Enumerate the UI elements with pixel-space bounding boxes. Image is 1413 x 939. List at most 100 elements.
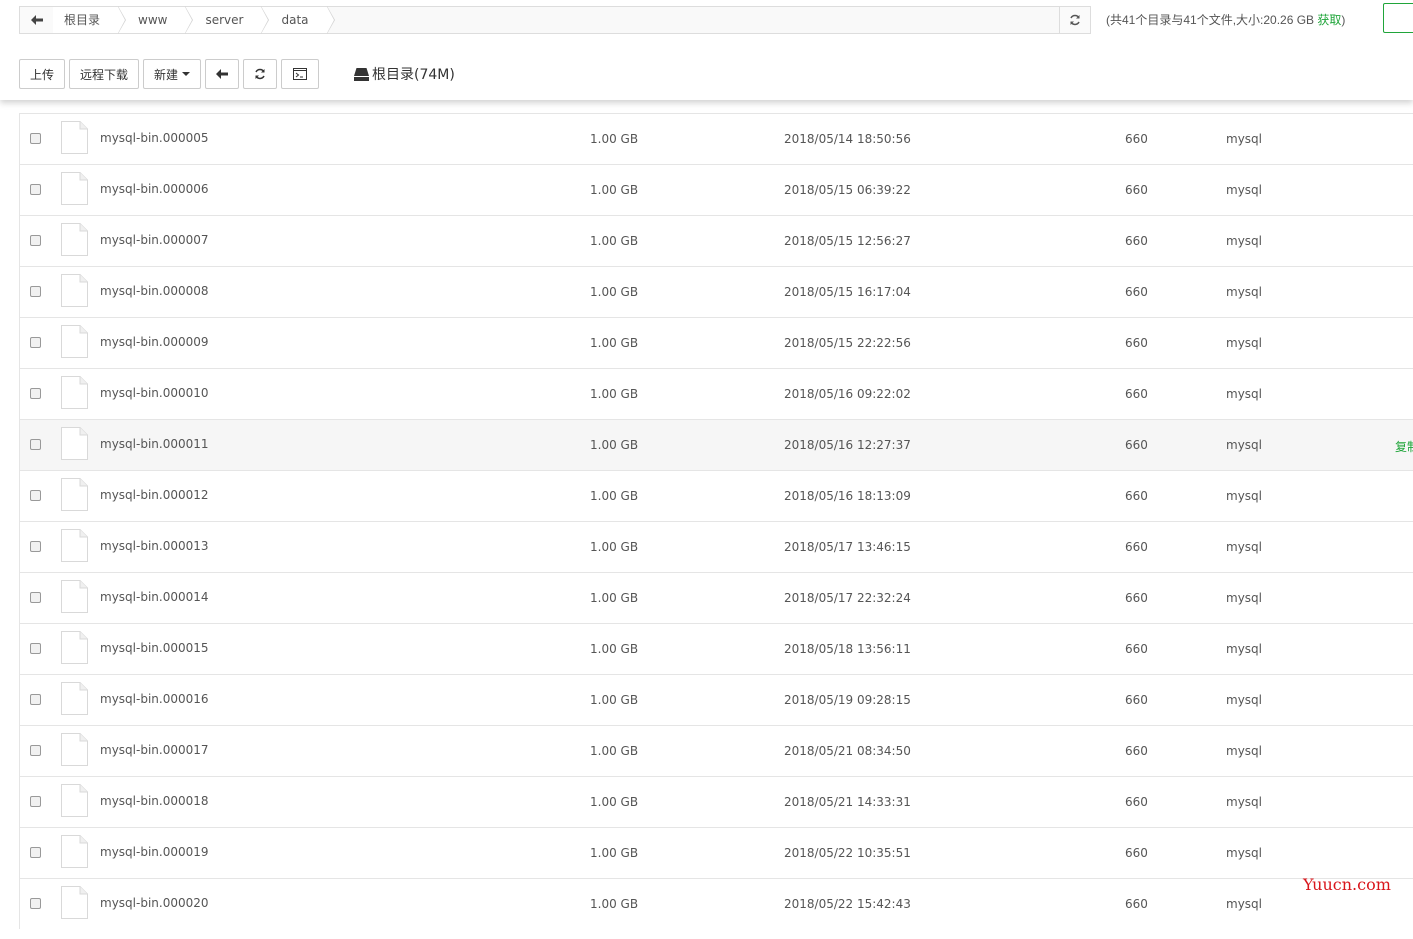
file-owner[interactable]: mysql — [1226, 132, 1262, 146]
file-owner[interactable]: mysql — [1226, 387, 1262, 401]
search-box[interactable] — [1383, 3, 1413, 33]
row-checkbox[interactable] — [30, 490, 41, 501]
file-permission[interactable]: 660 — [1125, 336, 1148, 350]
row-checkbox[interactable] — [30, 235, 41, 246]
table-row[interactable]: mysql-bin.000007 1.00 GB 2018/05/15 12:5… — [20, 215, 1413, 266]
row-checkbox[interactable] — [30, 439, 41, 450]
file-owner[interactable]: mysql — [1226, 183, 1262, 197]
refresh-button[interactable] — [243, 59, 278, 89]
table-row[interactable]: mysql-bin.000006 1.00 GB 2018/05/15 06:3… — [20, 164, 1413, 215]
table-row[interactable]: mysql-bin.000018 1.00 GB 2018/05/21 14:3… — [20, 776, 1413, 827]
row-checkbox[interactable] — [30, 388, 41, 399]
file-owner[interactable]: mysql — [1226, 693, 1262, 707]
remote-download-button[interactable]: 远程下载 — [69, 59, 140, 89]
back-button[interactable] — [205, 59, 240, 89]
upload-button[interactable]: 上传 — [19, 59, 66, 89]
file-permission[interactable]: 660 — [1125, 591, 1148, 605]
row-checkbox[interactable] — [30, 286, 41, 297]
file-name[interactable]: mysql-bin.000009 — [100, 335, 209, 349]
breadcrumb-item-data[interactable]: data — [261, 6, 335, 34]
file-owner[interactable]: mysql — [1226, 540, 1262, 554]
row-checkbox[interactable] — [30, 592, 41, 603]
file-permission[interactable]: 660 — [1125, 132, 1148, 146]
table-row[interactable]: mysql-bin.000017 1.00 GB 2018/05/21 08:3… — [20, 725, 1413, 776]
toolbar: 上传 远程下载 新建 — [19, 59, 323, 89]
file-name[interactable]: mysql-bin.000007 — [100, 233, 209, 247]
row-checkbox[interactable] — [30, 541, 41, 552]
breadcrumb-item-server[interactable]: server — [185, 6, 270, 34]
file-owner[interactable]: mysql — [1226, 591, 1262, 605]
file-icon — [61, 427, 88, 460]
file-permission[interactable]: 660 — [1125, 846, 1148, 860]
file-name[interactable]: mysql-bin.000018 — [100, 794, 209, 808]
table-row[interactable]: mysql-bin.000009 1.00 GB 2018/05/15 22:2… — [20, 317, 1413, 368]
table-row[interactable]: mysql-bin.000012 1.00 GB 2018/05/16 18:1… — [20, 470, 1413, 521]
terminal-button[interactable] — [281, 59, 320, 89]
row-checkbox[interactable] — [30, 796, 41, 807]
row-checkbox[interactable] — [30, 898, 41, 909]
table-row[interactable]: mysql-bin.000019 1.00 GB 2018/05/22 10:3… — [20, 827, 1413, 878]
file-name[interactable]: mysql-bin.000019 — [100, 845, 209, 859]
table-row[interactable]: mysql-bin.000005 1.00 GB 2018/05/14 18:5… — [20, 113, 1413, 164]
table-row[interactable]: mysql-bin.000016 1.00 GB 2018/05/19 09:2… — [20, 674, 1413, 725]
file-name[interactable]: mysql-bin.000020 — [100, 896, 209, 910]
file-name[interactable]: mysql-bin.000016 — [100, 692, 209, 706]
file-name[interactable]: mysql-bin.000013 — [100, 539, 209, 553]
row-checkbox[interactable] — [30, 133, 41, 144]
row-checkbox[interactable] — [30, 337, 41, 348]
fetch-size-link[interactable]: 获取 — [1317, 13, 1341, 27]
breadcrumb-item-root[interactable]: 根目录 — [53, 6, 127, 34]
file-owner[interactable]: mysql — [1226, 336, 1262, 350]
file-owner[interactable]: mysql — [1226, 846, 1262, 860]
file-permission[interactable]: 660 — [1125, 897, 1148, 911]
disk-root[interactable]: 根目录(74M) — [354, 64, 455, 84]
file-permission[interactable]: 660 — [1125, 540, 1148, 554]
file-name[interactable]: mysql-bin.000017 — [100, 743, 209, 757]
file-name[interactable]: mysql-bin.000015 — [100, 641, 209, 655]
row-checkbox[interactable] — [30, 643, 41, 654]
file-permission[interactable]: 660 — [1125, 285, 1148, 299]
file-owner[interactable]: mysql — [1226, 642, 1262, 656]
file-owner[interactable]: mysql — [1226, 234, 1262, 248]
file-permission[interactable]: 660 — [1125, 693, 1148, 707]
file-name[interactable]: mysql-bin.000014 — [100, 590, 209, 604]
row-checkbox[interactable] — [30, 184, 41, 195]
file-name[interactable]: mysql-bin.000011 — [100, 437, 209, 451]
file-permission[interactable]: 660 — [1125, 744, 1148, 758]
row-checkbox[interactable] — [30, 847, 41, 858]
file-permission[interactable]: 660 — [1125, 642, 1148, 656]
file-size: 1.00 GB — [590, 795, 639, 809]
file-size: 1.00 GB — [590, 336, 639, 350]
new-dropdown-button[interactable]: 新建 — [143, 59, 202, 89]
file-permission[interactable]: 660 — [1125, 234, 1148, 248]
path-back-button[interactable] — [20, 7, 54, 33]
file-owner[interactable]: mysql — [1226, 744, 1262, 758]
file-name[interactable]: mysql-bin.000012 — [100, 488, 209, 502]
table-row[interactable]: mysql-bin.000013 1.00 GB 2018/05/17 13:4… — [20, 521, 1413, 572]
file-name[interactable]: mysql-bin.000010 — [100, 386, 209, 400]
table-row[interactable]: mysql-bin.000015 1.00 GB 2018/05/18 13:5… — [20, 623, 1413, 674]
table-row[interactable]: mysql-bin.000010 1.00 GB 2018/05/16 09:2… — [20, 368, 1413, 419]
table-row[interactable]: mysql-bin.000008 1.00 GB 2018/05/15 16:1… — [20, 266, 1413, 317]
file-permission[interactable]: 660 — [1125, 489, 1148, 503]
path-refresh-button[interactable] — [1059, 7, 1090, 33]
file-permission[interactable]: 660 — [1125, 183, 1148, 197]
copy-action-link[interactable]: 复制 — [1395, 438, 1413, 455]
row-checkbox[interactable] — [30, 694, 41, 705]
breadcrumb-item-www[interactable]: www — [118, 6, 194, 34]
file-name[interactable]: mysql-bin.000006 — [100, 182, 209, 196]
file-owner[interactable]: mysql — [1226, 438, 1262, 452]
file-permission[interactable]: 660 — [1125, 438, 1148, 452]
table-row[interactable]: mysql-bin.000020 1.00 GB 2018/05/22 15:4… — [20, 878, 1413, 929]
file-permission[interactable]: 660 — [1125, 387, 1148, 401]
file-owner[interactable]: mysql — [1226, 285, 1262, 299]
file-name[interactable]: mysql-bin.000008 — [100, 284, 209, 298]
file-permission[interactable]: 660 — [1125, 795, 1148, 809]
table-row[interactable]: mysql-bin.000011 1.00 GB 2018/05/16 12:2… — [20, 419, 1413, 470]
row-checkbox[interactable] — [30, 745, 41, 756]
table-row[interactable]: mysql-bin.000014 1.00 GB 2018/05/17 22:3… — [20, 572, 1413, 623]
file-owner[interactable]: mysql — [1226, 795, 1262, 809]
file-owner[interactable]: mysql — [1226, 489, 1262, 503]
file-owner[interactable]: mysql — [1226, 897, 1262, 911]
file-name[interactable]: mysql-bin.000005 — [100, 131, 209, 145]
